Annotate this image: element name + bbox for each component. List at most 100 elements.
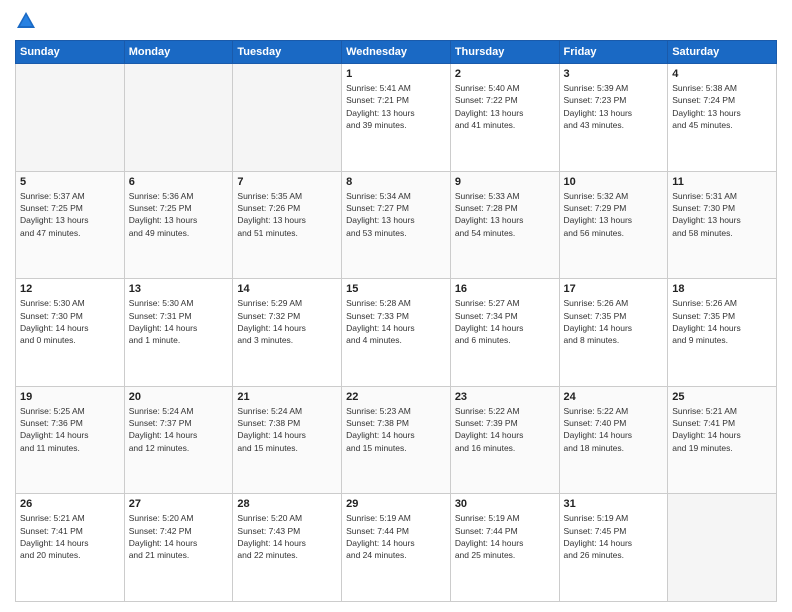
calendar-cell: 22 Sunrise: 5:23 AM Sunset: 7:38 PM Dayli… (342, 386, 451, 494)
day-number: 11 (672, 176, 772, 188)
day-info: Sunrise: 5:21 AM Sunset: 7:41 PM Dayligh… (672, 405, 772, 454)
calendar-table: SundayMondayTuesdayWednesdayThursdayFrid… (15, 40, 777, 602)
calendar-cell: 19 Sunrise: 5:25 AM Sunset: 7:36 PM Dayli… (16, 386, 125, 494)
day-info: Sunrise: 5:28 AM Sunset: 7:33 PM Dayligh… (346, 297, 446, 346)
weekday-header: Wednesday (342, 41, 451, 64)
calendar-cell: 24 Sunrise: 5:22 AM Sunset: 7:40 PM Dayli… (559, 386, 668, 494)
calendar-week-row: 5Sunrise: 5:37 AM Sunset: 7:25 PM Daylig… (16, 171, 777, 279)
calendar-cell: 16Sunrise: 5:27 AM Sunset: 7:34 PM Dayli… (450, 279, 559, 387)
calendar-cell: 21 Sunrise: 5:24 AM Sunset: 7:38 PM Dayli… (233, 386, 342, 494)
day-number: 2 (455, 68, 555, 80)
calendar-cell: 26 Sunrise: 5:21 AM Sunset: 7:41 PM Dayli… (16, 494, 125, 602)
calendar-cell: 2 Sunrise: 5:40 AM Sunset: 7:22 PM Daylig… (450, 64, 559, 172)
calendar-cell (16, 64, 125, 172)
day-info: Sunrise: 5:36 AM Sunset: 7:25 PM Dayligh… (129, 190, 229, 239)
day-number: 7 (237, 176, 337, 188)
calendar-cell: 29 Sunrise: 5:19 AM Sunset: 7:44 PM Dayli… (342, 494, 451, 602)
day-number: 3 (564, 68, 664, 80)
day-info: Sunrise: 5:33 AM Sunset: 7:28 PM Dayligh… (455, 190, 555, 239)
calendar-week-row: 1Sunrise: 5:41 AM Sunset: 7:21 PM Daylig… (16, 64, 777, 172)
calendar-cell: 9 Sunrise: 5:33 AM Sunset: 7:28 PM Daylig… (450, 171, 559, 279)
day-number: 15 (346, 283, 446, 295)
calendar-cell (233, 64, 342, 172)
day-number: 4 (672, 68, 772, 80)
calendar-cell: 28 Sunrise: 5:20 AM Sunset: 7:43 PM Dayli… (233, 494, 342, 602)
page: SundayMondayTuesdayWednesdayThursdayFrid… (0, 0, 792, 612)
logo (15, 10, 41, 32)
calendar-cell: 11 Sunrise: 5:31 AM Sunset: 7:30 PM Dayli… (668, 171, 777, 279)
day-number: 30 (455, 498, 555, 510)
calendar-cell: 14 Sunrise: 5:29 AM Sunset: 7:32 PM Dayli… (233, 279, 342, 387)
day-info: Sunrise: 5:23 AM Sunset: 7:38 PM Dayligh… (346, 405, 446, 454)
day-number: 19 (20, 391, 120, 403)
day-number: 9 (455, 176, 555, 188)
day-info: Sunrise: 5:20 AM Sunset: 7:43 PM Dayligh… (237, 512, 337, 561)
calendar-cell: 3 Sunrise: 5:39 AM Sunset: 7:23 PM Daylig… (559, 64, 668, 172)
day-info: Sunrise: 5:34 AM Sunset: 7:27 PM Dayligh… (346, 190, 446, 239)
calendar-cell: 20 Sunrise: 5:24 AM Sunset: 7:37 PM Dayli… (124, 386, 233, 494)
weekday-header: Saturday (668, 41, 777, 64)
calendar-cell: 23 Sunrise: 5:22 AM Sunset: 7:39 PM Dayli… (450, 386, 559, 494)
day-number: 21 (237, 391, 337, 403)
day-info: Sunrise: 5:21 AM Sunset: 7:41 PM Dayligh… (20, 512, 120, 561)
weekday-header: Sunday (16, 41, 125, 64)
header (15, 10, 777, 32)
calendar-cell: 31 Sunrise: 5:19 AM Sunset: 7:45 PM Dayli… (559, 494, 668, 602)
day-number: 29 (346, 498, 446, 510)
day-number: 20 (129, 391, 229, 403)
calendar-cell: 8 Sunrise: 5:34 AM Sunset: 7:27 PM Daylig… (342, 171, 451, 279)
day-number: 22 (346, 391, 446, 403)
day-number: 23 (455, 391, 555, 403)
day-number: 8 (346, 176, 446, 188)
day-info: Sunrise: 5:40 AM Sunset: 7:22 PM Dayligh… (455, 82, 555, 131)
day-number: 26 (20, 498, 120, 510)
day-number: 10 (564, 176, 664, 188)
calendar-cell (668, 494, 777, 602)
day-number: 17 (564, 283, 664, 295)
day-info: Sunrise: 5:41 AM Sunset: 7:21 PM Dayligh… (346, 82, 446, 131)
day-info: Sunrise: 5:35 AM Sunset: 7:26 PM Dayligh… (237, 190, 337, 239)
day-number: 31 (564, 498, 664, 510)
day-info: Sunrise: 5:20 AM Sunset: 7:42 PM Dayligh… (129, 512, 229, 561)
calendar-cell: 17 Sunrise: 5:26 AM Sunset: 7:35 PM Dayli… (559, 279, 668, 387)
day-info: Sunrise: 5:26 AM Sunset: 7:35 PM Dayligh… (564, 297, 664, 346)
day-info: Sunrise: 5:24 AM Sunset: 7:37 PM Dayligh… (129, 405, 229, 454)
day-info: Sunrise: 5:31 AM Sunset: 7:30 PM Dayligh… (672, 190, 772, 239)
weekday-header: Thursday (450, 41, 559, 64)
day-info: Sunrise: 5:22 AM Sunset: 7:39 PM Dayligh… (455, 405, 555, 454)
day-number: 25 (672, 391, 772, 403)
calendar-cell: 4 Sunrise: 5:38 AM Sunset: 7:24 PM Daylig… (668, 64, 777, 172)
day-number: 12 (20, 283, 120, 295)
calendar-cell: 10 Sunrise: 5:32 AM Sunset: 7:29 PM Dayli… (559, 171, 668, 279)
day-number: 28 (237, 498, 337, 510)
day-number: 16 (455, 283, 555, 295)
day-info: Sunrise: 5:24 AM Sunset: 7:38 PM Dayligh… (237, 405, 337, 454)
day-number: 14 (237, 283, 337, 295)
day-info: Sunrise: 5:19 AM Sunset: 7:44 PM Dayligh… (455, 512, 555, 561)
day-number: 18 (672, 283, 772, 295)
day-info: Sunrise: 5:25 AM Sunset: 7:36 PM Dayligh… (20, 405, 120, 454)
day-info: Sunrise: 5:19 AM Sunset: 7:45 PM Dayligh… (564, 512, 664, 561)
day-info: Sunrise: 5:30 AM Sunset: 7:31 PM Dayligh… (129, 297, 229, 346)
logo-icon (15, 10, 37, 32)
day-info: Sunrise: 5:22 AM Sunset: 7:40 PM Dayligh… (564, 405, 664, 454)
calendar-week-row: 19 Sunrise: 5:25 AM Sunset: 7:36 PM Dayli… (16, 386, 777, 494)
calendar-cell: 18 Sunrise: 5:26 AM Sunset: 7:35 PM Dayli… (668, 279, 777, 387)
weekday-header: Friday (559, 41, 668, 64)
day-number: 24 (564, 391, 664, 403)
calendar-header-row: SundayMondayTuesdayWednesdayThursdayFrid… (16, 41, 777, 64)
day-info: Sunrise: 5:19 AM Sunset: 7:44 PM Dayligh… (346, 512, 446, 561)
day-info: Sunrise: 5:38 AM Sunset: 7:24 PM Dayligh… (672, 82, 772, 131)
day-info: Sunrise: 5:39 AM Sunset: 7:23 PM Dayligh… (564, 82, 664, 131)
day-info: Sunrise: 5:26 AM Sunset: 7:35 PM Dayligh… (672, 297, 772, 346)
day-info: Sunrise: 5:32 AM Sunset: 7:29 PM Dayligh… (564, 190, 664, 239)
calendar-cell: 13 Sunrise: 5:30 AM Sunset: 7:31 PM Dayli… (124, 279, 233, 387)
calendar-cell: 5Sunrise: 5:37 AM Sunset: 7:25 PM Daylig… (16, 171, 125, 279)
day-number: 6 (129, 176, 229, 188)
weekday-header: Tuesday (233, 41, 342, 64)
day-info: Sunrise: 5:29 AM Sunset: 7:32 PM Dayligh… (237, 297, 337, 346)
calendar-week-row: 26 Sunrise: 5:21 AM Sunset: 7:41 PM Dayli… (16, 494, 777, 602)
day-number: 13 (129, 283, 229, 295)
calendar-cell: 7 Sunrise: 5:35 AM Sunset: 7:26 PM Daylig… (233, 171, 342, 279)
calendar-cell: 12Sunrise: 5:30 AM Sunset: 7:30 PM Dayli… (16, 279, 125, 387)
